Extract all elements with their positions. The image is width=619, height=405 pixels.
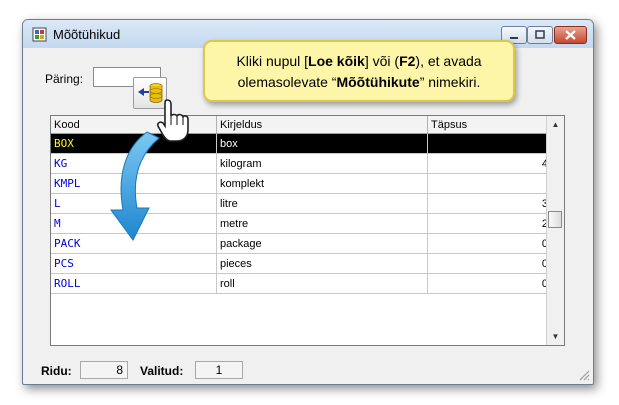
cell-code: PCS [51, 253, 217, 274]
callout-text-5: ” nimekiri. [419, 74, 481, 90]
measurement-units-window: Mõõtühikud Päring: Kood Kirjeldus Täpsus… [22, 19, 594, 385]
rows-count-label: Ridu: [41, 364, 72, 378]
column-header-description[interactable]: Kirjeldus [216, 116, 428, 134]
pointing-hand-icon [157, 99, 189, 142]
query-label: Päring: [45, 72, 84, 86]
callout-load-all-label: Loe kõik [308, 53, 365, 69]
selected-count-value: 1 [195, 361, 243, 379]
scroll-up-arrow-icon[interactable]: ▲ [547, 116, 564, 133]
cell-precision [427, 173, 552, 194]
window-title: Mõõtühikud [53, 27, 121, 42]
cell-description: kilogram [216, 153, 428, 174]
cell-precision: 2 [427, 213, 552, 234]
cell-precision: 0 [427, 273, 552, 294]
cell-description: komplekt [216, 173, 428, 194]
cell-description: metre [216, 213, 428, 234]
table-row[interactable]: PCS pieces 0 [51, 253, 552, 274]
callout-text-2: ] või ( [364, 53, 400, 69]
cell-precision: 0 [427, 233, 552, 254]
cell-precision: 3 [427, 193, 552, 214]
cell-precision [427, 133, 552, 154]
maximize-button[interactable] [527, 26, 553, 44]
instruction-callout: Kliki nupul [Loe kõik] või (F2), et avad… [203, 40, 515, 102]
cell-precision: 4 [427, 153, 552, 174]
selected-count-label: Valitud: [140, 364, 184, 378]
cell-description: package [216, 233, 428, 254]
curved-arrow-icon [110, 131, 160, 241]
close-button[interactable] [554, 26, 587, 44]
cell-description: litre [216, 193, 428, 214]
close-icon [565, 30, 576, 40]
table-row[interactable]: ROLL roll 0 [51, 273, 552, 294]
callout-text-4: olemasolevate “ [237, 74, 337, 90]
rows-count-value: 8 [80, 361, 128, 379]
maximize-icon [535, 30, 545, 39]
app-grid-icon [32, 27, 47, 42]
cell-code: ROLL [51, 273, 217, 294]
column-header-precision[interactable]: Täpsus [427, 116, 552, 134]
scroll-thumb[interactable] [548, 211, 562, 228]
cell-description: box [216, 133, 428, 154]
vertical-scrollbar[interactable]: ▲ ▼ [546, 116, 564, 345]
cell-description: pieces [216, 253, 428, 274]
callout-entity: Mõõtühikute [336, 74, 420, 90]
callout-hotkey: F2 [399, 53, 416, 69]
cell-description: roll [216, 273, 428, 294]
cell-precision: 0 [427, 253, 552, 274]
callout-text-3: ), et avada [415, 53, 482, 69]
callout-text-1: Kliki nupul [ [236, 53, 309, 69]
status-bar: Ridu: 8 Valitud: 1 [23, 358, 593, 384]
resize-grip-icon[interactable] [578, 369, 590, 381]
scroll-down-arrow-icon[interactable]: ▼ [547, 328, 564, 345]
